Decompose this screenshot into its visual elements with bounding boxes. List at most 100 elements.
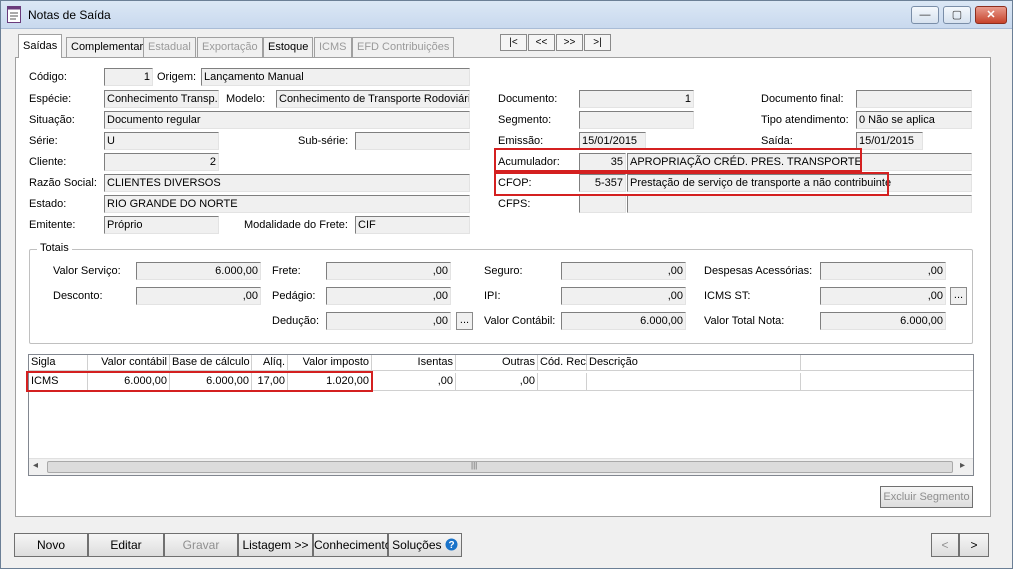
razao-social-field[interactable]: CLIENTES DIVERSOS: [104, 174, 470, 192]
tab-estadual[interactable]: Estadual: [143, 37, 196, 57]
nav-next-button[interactable]: >>: [556, 34, 583, 51]
next-record-button[interactable]: >: [959, 533, 989, 557]
grid-header-aliquota[interactable]: Alíq.: [252, 355, 288, 371]
frete-field[interactable]: ,00: [326, 262, 451, 280]
emissao-field[interactable]: 15/01/2015: [579, 132, 646, 150]
grid-cell-sigla[interactable]: ICMS: [29, 373, 88, 391]
conhecimento-button[interactable]: Conhecimento: [313, 533, 391, 557]
tab-efd-contribuicoes[interactable]: EFD Contribuições: [352, 37, 455, 57]
grid-cell-outras[interactable]: ,00: [456, 373, 538, 391]
tipo-atendimento-label: Tipo atendimento:: [761, 114, 849, 126]
codigo-field[interactable]: 1: [104, 68, 153, 86]
prev-record-button[interactable]: <: [931, 533, 959, 557]
minimize-button[interactable]: —: [911, 6, 939, 24]
grid-header-sigla[interactable]: Sigla: [29, 355, 88, 371]
nav-prev-button[interactable]: <<: [528, 34, 555, 51]
deducao-ellipsis-button[interactable]: ...: [456, 312, 473, 330]
valor-total-nota-field[interactable]: 6.000,00: [820, 312, 946, 330]
desconto-field[interactable]: ,00: [136, 287, 261, 305]
documento-final-field[interactable]: [856, 90, 972, 108]
maximize-button[interactable]: ▢: [943, 6, 971, 24]
cfps-code-field[interactable]: [579, 195, 626, 213]
tab-exportacao[interactable]: Exportação: [197, 37, 263, 57]
origem-field[interactable]: Lançamento Manual: [201, 68, 470, 86]
ipi-label: IPI:: [484, 290, 501, 302]
saida-field[interactable]: 15/01/2015: [856, 132, 923, 150]
codigo-label: Código:: [29, 71, 67, 83]
grid-cell-descricao[interactable]: [587, 373, 801, 391]
especie-field[interactable]: Conhecimento Transp. I: [104, 90, 219, 108]
grid-horizontal-scrollbar[interactable]: ◂ ||| ▸: [29, 458, 973, 475]
subserie-label: Sub-série:: [298, 135, 349, 147]
situacao-field[interactable]: Documento regular: [104, 111, 470, 129]
valor-servico-field[interactable]: 6.000,00: [136, 262, 261, 280]
nav-last-button[interactable]: >|: [584, 34, 611, 51]
cfps-desc-field: [627, 195, 972, 213]
scroll-right-arrow-icon[interactable]: ▸: [960, 460, 965, 471]
modelo-label: Modelo:: [226, 93, 266, 105]
estado-field[interactable]: RIO GRANDE DO NORTE: [104, 195, 470, 213]
impostos-grid[interactable]: Sigla Valor contábil Base de cálculo Alí…: [28, 354, 974, 476]
cliente-field[interactable]: 2: [104, 153, 219, 171]
grid-cell-aliquota[interactable]: 17,00: [252, 373, 288, 391]
cfop-code-field[interactable]: 5-357: [579, 174, 626, 192]
grid-cell-filler: [801, 373, 973, 391]
serie-label: Série:: [29, 135, 58, 147]
totais-title: Totais: [37, 242, 72, 254]
grid-header-descricao[interactable]: Descrição: [587, 355, 801, 371]
gravar-button[interactable]: Gravar: [164, 533, 238, 557]
subserie-field[interactable]: [355, 132, 470, 150]
title-bar[interactable]: Notas de Saída — ▢ ✕: [1, 1, 1012, 29]
frete-label: Frete:: [272, 265, 301, 277]
razao-social-label: Razão Social:: [29, 177, 97, 189]
grid-header-isentas[interactable]: Isentas: [372, 355, 456, 371]
grid-cell-base-calculo[interactable]: 6.000,00: [170, 373, 252, 391]
tipo-atendimento-field[interactable]: 0 Não se aplica: [856, 111, 972, 129]
icms-st-label: ICMS ST:: [704, 290, 751, 302]
nav-first-button[interactable]: |<: [500, 34, 527, 51]
listagem-button[interactable]: Listagem >>: [238, 533, 313, 557]
cfop-label: CFOP:: [498, 177, 532, 189]
grid-header-valor-imposto[interactable]: Valor imposto: [288, 355, 372, 371]
grid-cell-isentas[interactable]: ,00: [372, 373, 456, 391]
segmento-field[interactable]: [579, 111, 694, 129]
solucoes-button[interactable]: Soluções ?: [388, 533, 462, 557]
modalidade-frete-field[interactable]: CIF: [355, 216, 470, 234]
tab-icms[interactable]: ICMS: [314, 37, 352, 57]
novo-button[interactable]: Novo: [14, 533, 88, 557]
editar-button[interactable]: Editar: [88, 533, 164, 557]
ipi-field[interactable]: ,00: [561, 287, 686, 305]
grid-header-cod-rec[interactable]: Cód. Rec.: [538, 355, 589, 371]
grid-cell-valor-contabil[interactable]: 6.000,00: [88, 373, 170, 391]
grid-cell-cod-rec[interactable]: [538, 373, 587, 391]
cfps-label: CFPS:: [498, 198, 531, 210]
pedagio-field[interactable]: ,00: [326, 287, 451, 305]
saida-label: Saída:: [761, 135, 793, 147]
deducao-label: Dedução:: [272, 315, 320, 327]
solucoes-label: Soluções: [392, 538, 442, 552]
despesas-acessorias-field[interactable]: ,00: [820, 262, 946, 280]
grid-header-base-calculo[interactable]: Base de cálculo: [170, 355, 252, 371]
serie-field[interactable]: U: [104, 132, 219, 150]
grid-header-outras[interactable]: Outras: [456, 355, 538, 371]
grid-cell-valor-imposto[interactable]: 1.020,00: [288, 373, 372, 391]
tab-saidas[interactable]: Saídas: [18, 34, 63, 58]
grid-header-valor-contabil[interactable]: Valor contábil: [88, 355, 170, 371]
tab-estoque[interactable]: Estoque: [263, 37, 314, 57]
scroll-left-arrow-icon[interactable]: ◂: [33, 460, 38, 471]
acumulador-code-field[interactable]: 35: [579, 153, 626, 171]
modelo-field[interactable]: Conhecimento de Transporte Rodoviário: [276, 90, 470, 108]
cliente-label: Cliente:: [29, 156, 67, 168]
documento-field[interactable]: 1: [579, 90, 694, 108]
tab-complementar[interactable]: Complementar: [66, 37, 149, 57]
despesas-acessorias-label: Despesas Acessórias:: [704, 265, 813, 277]
icms-st-field[interactable]: ,00: [820, 287, 946, 305]
emitente-field[interactable]: Próprio: [104, 216, 219, 234]
deducao-field[interactable]: ,00: [326, 312, 451, 330]
seguro-field[interactable]: ,00: [561, 262, 686, 280]
close-button[interactable]: ✕: [975, 6, 1007, 24]
excluir-segmento-button[interactable]: Excluir Segmento: [880, 486, 973, 508]
icms-st-ellipsis-button[interactable]: ...: [950, 287, 967, 305]
valor-contabil-field[interactable]: 6.000,00: [561, 312, 686, 330]
scroll-thumb[interactable]: [47, 461, 953, 473]
